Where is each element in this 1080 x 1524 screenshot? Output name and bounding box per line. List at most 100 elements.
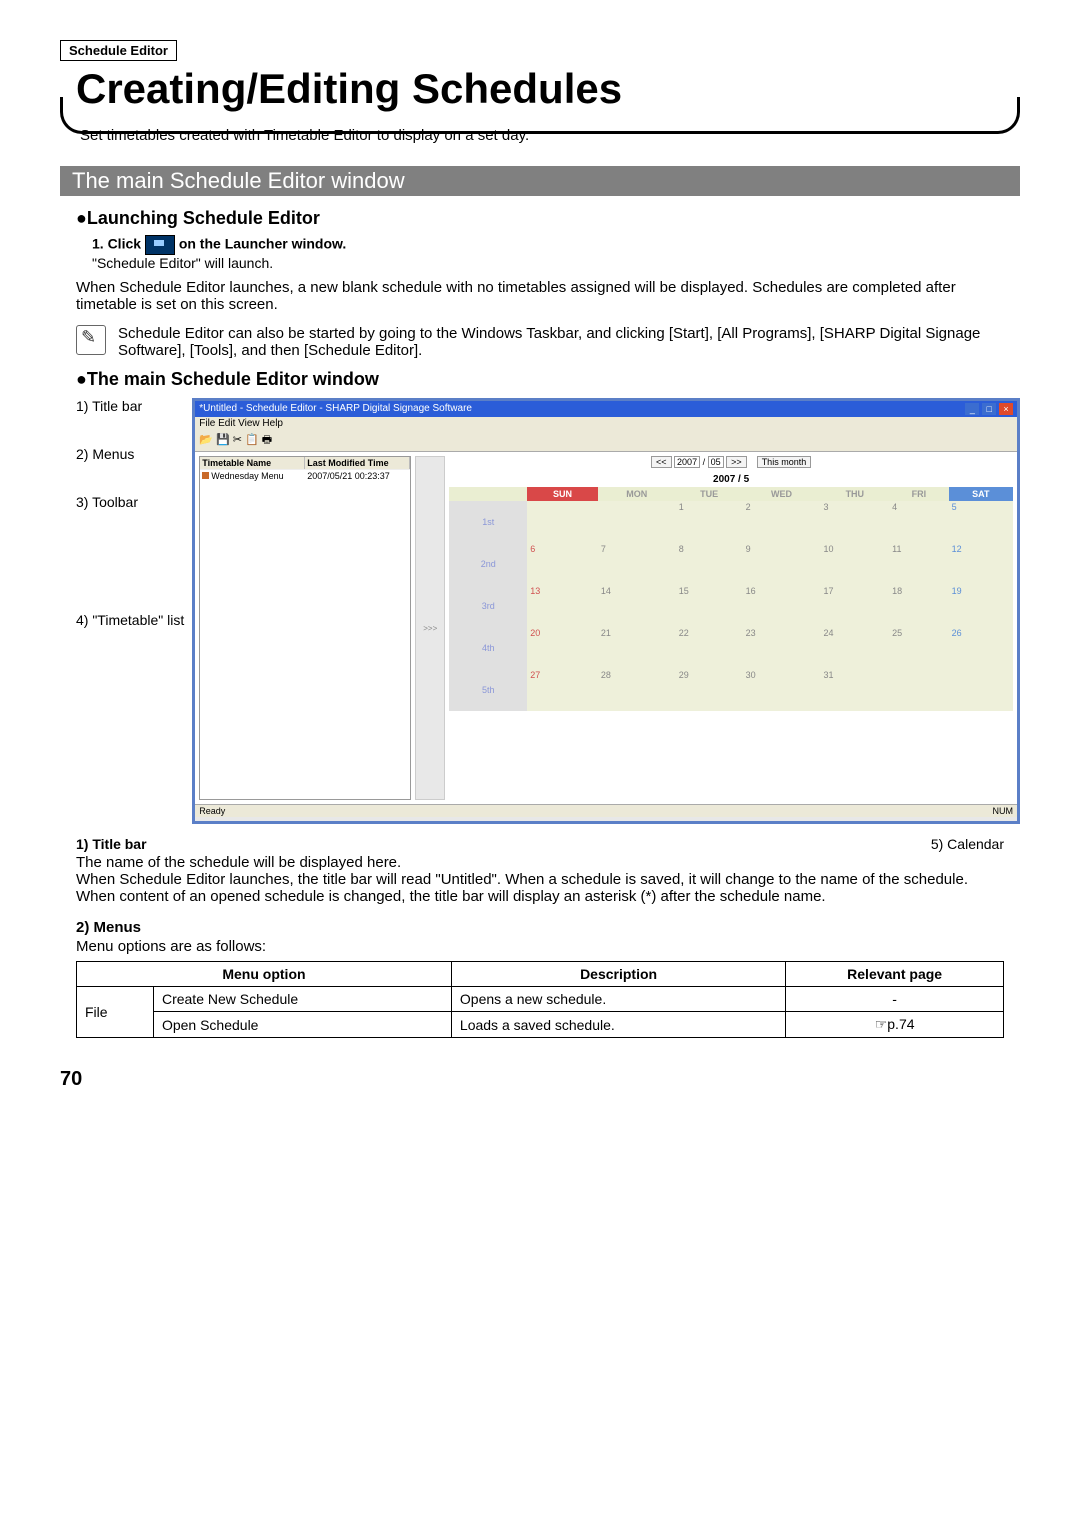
- timetable-color-swatch: [202, 472, 209, 479]
- note-row: Schedule Editor can also be started by g…: [76, 325, 1020, 359]
- th-relevant-page: Relevant page: [786, 962, 1004, 987]
- cal-cell[interactable]: [527, 501, 598, 543]
- cal-cell[interactable]: 15: [676, 585, 743, 627]
- cal-cell[interactable]: 27: [527, 669, 598, 711]
- th-description: Description: [451, 962, 785, 987]
- cal-cell[interactable]: [598, 501, 676, 543]
- cal-cell[interactable]: 29: [676, 669, 743, 711]
- menus-intro: Menu options are as follows:: [76, 938, 1004, 955]
- cal-cell[interactable]: 30: [743, 669, 821, 711]
- cal-cell[interactable]: 25: [889, 627, 948, 669]
- label-toolbar: 3) Toolbar: [76, 494, 184, 510]
- timetable-header: Timetable Name Last Modified Time: [200, 457, 410, 469]
- label-1-titlebar: 1) Title bar: [76, 836, 147, 852]
- cal-cell[interactable]: 18: [889, 585, 948, 627]
- th-menu-option: Menu option: [77, 962, 452, 987]
- cal-cell[interactable]: 2: [743, 501, 821, 543]
- paragraph-1: When Schedule Editor launches, a new bla…: [76, 279, 1004, 313]
- cal-cell[interactable]: 10: [820, 543, 889, 585]
- cal-cell[interactable]: 24: [820, 627, 889, 669]
- titlebar-text: Untitled - Schedule Editor - SHARP Digit…: [203, 403, 472, 414]
- td-file: File: [77, 987, 154, 1038]
- table-header-row: Menu option Description Relevant page: [77, 962, 1004, 987]
- col-timetable-name: Timetable Name: [200, 457, 305, 469]
- nav-month-select[interactable]: 05: [708, 456, 724, 468]
- td-create-desc: Opens a new schedule.: [451, 987, 785, 1012]
- nav-year-select[interactable]: 2007: [674, 456, 700, 468]
- week-4: 4th: [449, 627, 527, 669]
- diagram: 1) Title bar 2) Menus 3) Toolbar 4) "Tim…: [76, 398, 1020, 824]
- header-tab: Schedule Editor: [60, 40, 177, 61]
- status-num: NUM: [993, 806, 1014, 816]
- cal-cell[interactable]: [889, 669, 948, 711]
- nav-prev-button[interactable]: <<: [651, 456, 672, 468]
- cal-cell[interactable]: 19: [949, 585, 1013, 627]
- note-text: Schedule Editor can also be started by g…: [118, 325, 1020, 359]
- cal-cell[interactable]: 22: [676, 627, 743, 669]
- day-mon: MON: [598, 487, 676, 501]
- cal-cell[interactable]: 20: [527, 627, 598, 669]
- menubar[interactable]: File Edit View Help: [195, 417, 1017, 430]
- cal-cell[interactable]: 14: [598, 585, 676, 627]
- cal-cell[interactable]: 26: [949, 627, 1013, 669]
- title-container: Creating/Editing Schedules: [60, 65, 1020, 113]
- cal-cell[interactable]: 6: [527, 543, 598, 585]
- status-ready: Ready: [199, 806, 225, 816]
- calendar-header-row: SUN MON TUE WED THU FRI SAT: [449, 487, 1013, 501]
- cal-cell[interactable]: 12: [949, 543, 1013, 585]
- subheading-main-window: ●The main Schedule Editor window: [76, 369, 1020, 390]
- cal-cell[interactable]: 4: [889, 501, 948, 543]
- step-1-result: "Schedule Editor" will launch.: [92, 255, 273, 271]
- maximize-button[interactable]: □: [982, 403, 996, 415]
- timetable-row[interactable]: Wednesday Menu 2007/05/21 00:23:37: [200, 469, 410, 482]
- cal-cell[interactable]: 17: [820, 585, 889, 627]
- window-titlebar: *Untitled - Schedule Editor - SHARP Digi…: [195, 401, 1017, 417]
- status-bar: Ready NUM: [195, 804, 1017, 817]
- td-open-desc: Loads a saved schedule.: [451, 1012, 785, 1038]
- cal-cell[interactable]: 9: [743, 543, 821, 585]
- titlebar-description: The name of the schedule will be display…: [76, 854, 1004, 905]
- this-month-button[interactable]: This month: [757, 456, 812, 468]
- td-open-page: ☞p.74: [786, 1012, 1004, 1038]
- assign-button[interactable]: >>>: [415, 456, 445, 800]
- window-buttons: _ □ ×: [965, 403, 1013, 415]
- cal-cell[interactable]: 3: [820, 501, 889, 543]
- cal-cell[interactable]: 11: [889, 543, 948, 585]
- screenshot: *Untitled - Schedule Editor - SHARP Digi…: [192, 398, 1020, 824]
- nav-next-button[interactable]: >>: [726, 456, 747, 468]
- schedule-editor-launcher-icon: [145, 235, 175, 255]
- calendar-nav: << 2007 / 05 >> This month: [449, 456, 1013, 468]
- table-row: File Create New Schedule Opens a new sch…: [77, 987, 1004, 1012]
- cal-cell[interactable]: 23: [743, 627, 821, 669]
- label-menus: 2) Menus: [76, 446, 184, 462]
- toolbar[interactable]: 📂 💾 ✂ 📋 🖶: [195, 430, 1017, 452]
- day-tue: TUE: [676, 487, 743, 501]
- timetable-modified: 2007/05/21 00:23:37: [305, 470, 410, 482]
- td-open: Open Schedule: [153, 1012, 451, 1038]
- menus-heading: 2) Menus: [76, 919, 1004, 936]
- nav-slash: /: [703, 457, 706, 467]
- calendar-title: 2007 / 5: [449, 474, 1013, 485]
- cal-cell[interactable]: 28: [598, 669, 676, 711]
- cal-cell[interactable]: 8: [676, 543, 743, 585]
- menu-table: Menu option Description Relevant page Fi…: [76, 961, 1004, 1038]
- cal-cell[interactable]: [949, 669, 1013, 711]
- cal-cell[interactable]: 1: [676, 501, 743, 543]
- cal-cell[interactable]: 31: [820, 669, 889, 711]
- week-3: 3rd: [449, 585, 527, 627]
- cal-cell[interactable]: 16: [743, 585, 821, 627]
- cal-cell[interactable]: 21: [598, 627, 676, 669]
- subheading-launching: ●Launching Schedule Editor: [76, 208, 1020, 229]
- step-1-prefix: 1. Click: [92, 236, 141, 252]
- close-button[interactable]: ×: [999, 403, 1013, 415]
- cal-cell[interactable]: 7: [598, 543, 676, 585]
- week-1: 1st: [449, 501, 527, 543]
- callout-labels: 1) Title bar 2) Menus 3) Toolbar 4) "Tim…: [76, 398, 184, 824]
- cal-cell[interactable]: 13: [527, 585, 598, 627]
- week-2: 2nd: [449, 543, 527, 585]
- minimize-button[interactable]: _: [965, 403, 979, 415]
- section-heading: The main Schedule Editor window: [60, 166, 1020, 196]
- td-create-page: -: [786, 987, 1004, 1012]
- week-5: 5th: [449, 669, 527, 711]
- cal-cell[interactable]: 5: [949, 501, 1013, 543]
